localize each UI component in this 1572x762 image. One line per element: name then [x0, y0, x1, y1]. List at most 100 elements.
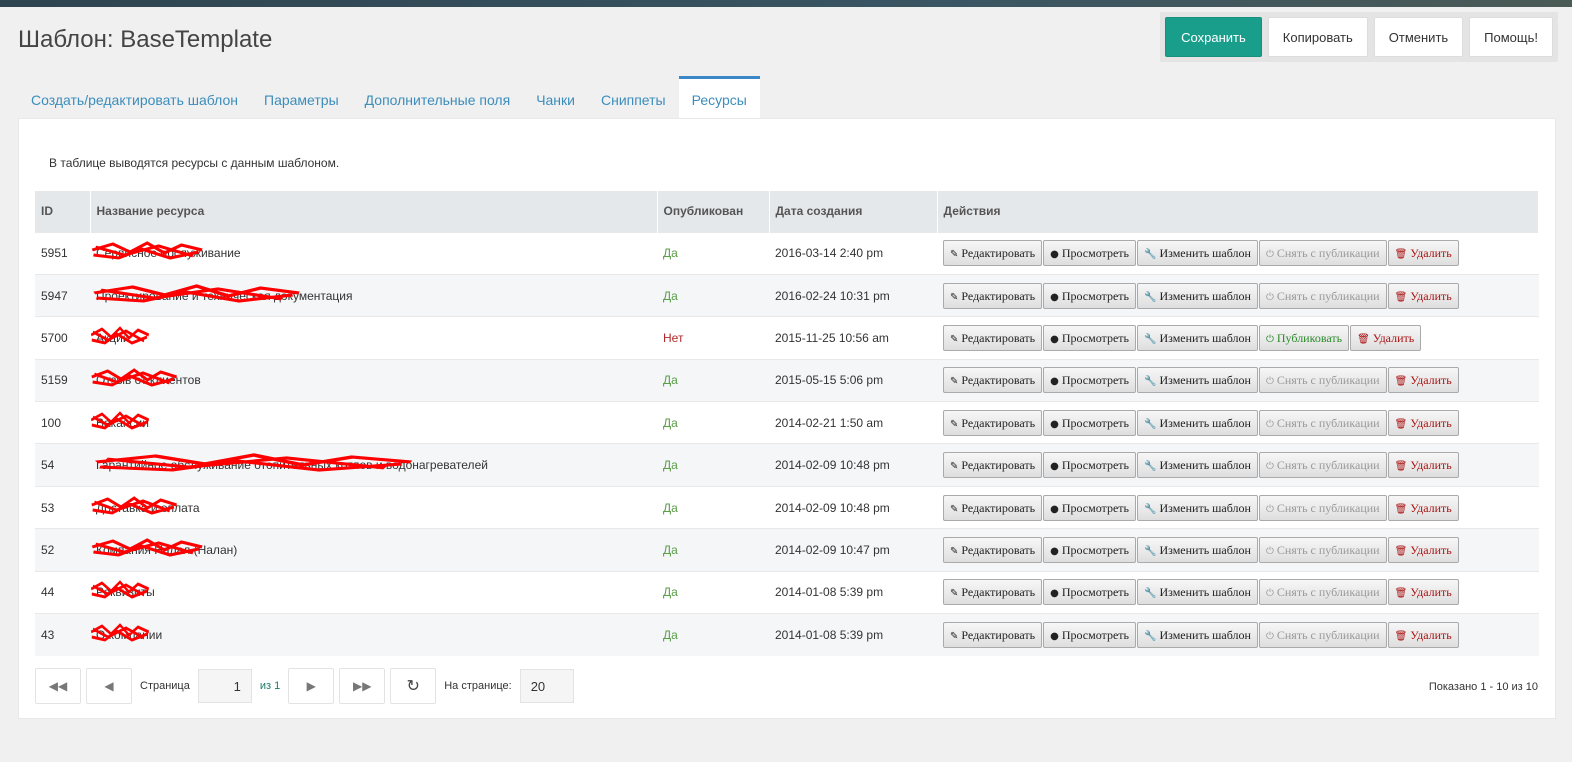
delete-button[interactable]: 🗑 Удалить — [1387, 621, 1459, 648]
delete-button[interactable]: 🗑 Удалить — [1350, 324, 1422, 351]
tab-resources[interactable]: Ресурсы — [678, 76, 760, 120]
resource-name[interactable]: Гарантийное обслуживание отопительных ко… — [94, 453, 488, 472]
edit-button[interactable]: ✎ Редактировать — [943, 621, 1043, 648]
delete-button[interactable]: 🗑 Удалить — [1387, 536, 1459, 563]
edit-button[interactable]: ✎ Редактировать — [943, 409, 1043, 436]
unpublish-button[interactable]: ⏻ Снять с публикации — [1258, 579, 1387, 606]
resource-name[interactable]: Реквизиты — [90, 580, 155, 599]
resource-name[interactable]: Компания Налал (Налан) — [91, 538, 237, 557]
view-button[interactable]: ● Просмотреть — [1043, 494, 1136, 521]
tab-parameters[interactable]: Параметры — [251, 76, 352, 120]
col-date[interactable]: Дата создания — [769, 191, 938, 232]
wrench-icon: 🔧 — [1144, 418, 1157, 430]
save-button[interactable]: Сохранить — [1165, 17, 1262, 57]
delete-button[interactable]: 🗑 Удалить — [1387, 579, 1459, 606]
edit-button[interactable]: ✎ Редактировать — [943, 240, 1043, 267]
unpublish-button[interactable]: ⏻ Снять с публикации — [1258, 367, 1387, 394]
resource-name[interactable]: О компании — [90, 623, 162, 642]
view-button[interactable]: ● Просмотреть — [1043, 452, 1136, 479]
refresh-button[interactable]: ↻ — [390, 668, 437, 704]
change-template-button[interactable]: 🔧 Изменить шаблон — [1137, 621, 1258, 648]
col-name[interactable]: Название ресурса — [90, 191, 658, 232]
shown-count: Показано 1 - 10 из 10 — [1428, 681, 1538, 693]
edit-button[interactable]: ✎ Редактировать — [943, 536, 1043, 563]
first-page-button[interactable]: ◀◀ — [35, 668, 81, 704]
resource-id: 5951 — [35, 231, 90, 275]
resource-name[interactable]: Акции — [90, 326, 150, 345]
delete-button[interactable]: 🗑 Удалить — [1387, 409, 1459, 436]
delete-button[interactable]: 🗑 Удалить — [1387, 494, 1459, 521]
resource-id: 5159 — [35, 358, 90, 402]
redaction-scribble — [94, 453, 413, 472]
redaction-scribble — [90, 623, 150, 642]
delete-button[interactable]: 🗑 Удалить — [1387, 240, 1459, 267]
table-row: 5159 Отзыв от клиентов Да 2015-05-15 5:0… — [35, 358, 1539, 402]
resource-id: 53 — [35, 485, 90, 529]
last-page-button[interactable]: ▶▶ — [339, 668, 386, 704]
resource-name[interactable]: Доставка и оплата — [91, 495, 200, 515]
change-template-button[interactable]: 🔧 Изменить шаблон — [1137, 282, 1258, 309]
view-button[interactable]: ● Просмотреть — [1043, 324, 1136, 351]
col-id[interactable]: ID — [35, 191, 91, 232]
edit-button[interactable]: ✎ Редактировать — [943, 579, 1043, 606]
resource-name[interactable]: Отзыв от клиентов — [91, 368, 201, 387]
col-published[interactable]: Опубликован — [657, 191, 770, 232]
wrench-icon: 🔧 — [1144, 545, 1157, 557]
unpublish-button[interactable]: ⏻ Снять с публикации — [1258, 536, 1387, 563]
tab-snippets[interactable]: Сниппеты — [588, 76, 679, 120]
pagination: ◀◀ ◀ Страница 1 из 1 ▶ ▶▶ ↻ На странице:… — [35, 668, 574, 704]
edit-button[interactable]: ✎ Редактировать — [943, 367, 1043, 394]
unpublish-button[interactable]: ⏻ Снять с публикации — [1258, 621, 1387, 648]
resource-name[interactable]: Сервисное обслуживание — [91, 241, 241, 260]
wrench-icon: 🔧 — [1144, 630, 1157, 642]
view-button[interactable]: ● Просмотреть — [1043, 282, 1136, 309]
unpublish-button[interactable]: ⏻ Снять с публикации — [1258, 240, 1387, 267]
tab-edit-template[interactable]: Создать/редактировать шаблон — [18, 76, 251, 120]
cancel-button[interactable]: Отменить — [1373, 17, 1464, 57]
change-template-button[interactable]: 🔧 Изменить шаблон — [1137, 494, 1258, 521]
power-icon: ⏻ — [1265, 545, 1274, 557]
change-template-button[interactable]: 🔧 Изменить шаблон — [1137, 536, 1258, 563]
redaction-scribble — [90, 580, 150, 599]
next-page-button[interactable]: ▶ — [288, 668, 335, 704]
publish-button[interactable]: ⏻ Публиковать — [1258, 324, 1350, 351]
edit-button[interactable]: ✎ Редактировать — [943, 452, 1043, 479]
view-button[interactable]: ● Просмотреть — [1043, 240, 1136, 267]
view-button[interactable]: ● Просмотреть — [1043, 621, 1136, 648]
delete-button[interactable]: 🗑 Удалить — [1387, 282, 1459, 309]
unpublish-button[interactable]: ⏻ Снять с публикации — [1258, 494, 1387, 521]
change-template-button[interactable]: 🔧 Изменить шаблон — [1137, 452, 1258, 479]
view-button[interactable]: ● Просмотреть — [1043, 536, 1136, 563]
tab-chunks[interactable]: Чанки — [523, 76, 588, 120]
per-page-input[interactable]: 20 — [519, 669, 574, 703]
view-button[interactable]: ● Просмотреть — [1043, 367, 1136, 394]
created-date: 2014-01-08 5:39 pm — [769, 570, 937, 614]
edit-button[interactable]: ✎ Редактировать — [943, 282, 1043, 309]
change-template-button[interactable]: 🔧 Изменить шаблон — [1137, 579, 1258, 606]
page-input[interactable]: 1 — [197, 669, 252, 703]
view-button[interactable]: ● Просмотреть — [1043, 409, 1136, 436]
trash-icon: 🗑 — [1357, 333, 1370, 345]
published-status: Да — [657, 358, 769, 402]
tab-extra-fields[interactable]: Дополнительные поля — [352, 76, 524, 120]
change-template-button[interactable]: 🔧 Изменить шаблон — [1137, 409, 1258, 436]
change-template-button[interactable]: 🔧 Изменить шаблон — [1137, 324, 1258, 351]
edit-icon: ✎ — [950, 461, 959, 473]
edit-icon: ✎ — [950, 630, 959, 642]
resource-name[interactable]: Вакансии — [90, 410, 150, 430]
delete-button[interactable]: 🗑 Удалить — [1387, 452, 1459, 479]
unpublish-button[interactable]: ⏻ Снять с публикации — [1258, 452, 1387, 479]
help-button[interactable]: Помощь! — [1469, 17, 1553, 57]
prev-page-button[interactable]: ◀ — [86, 668, 132, 704]
change-template-button[interactable]: 🔧 Изменить шаблон — [1137, 240, 1258, 267]
change-template-button[interactable]: 🔧 Изменить шаблон — [1137, 367, 1258, 394]
power-icon: ⏻ — [1265, 588, 1274, 600]
resource-name[interactable]: Проектирование и техническая документаци… — [93, 283, 353, 303]
unpublish-button[interactable]: ⏻ Снять с публикации — [1258, 282, 1387, 309]
edit-button[interactable]: ✎ Редактировать — [943, 324, 1043, 351]
view-button[interactable]: ● Просмотреть — [1043, 579, 1136, 606]
copy-button[interactable]: Копировать — [1267, 17, 1368, 57]
unpublish-button[interactable]: ⏻ Снять с публикации — [1258, 409, 1387, 436]
edit-button[interactable]: ✎ Редактировать — [943, 494, 1043, 521]
delete-button[interactable]: 🗑 Удалить — [1387, 367, 1459, 394]
